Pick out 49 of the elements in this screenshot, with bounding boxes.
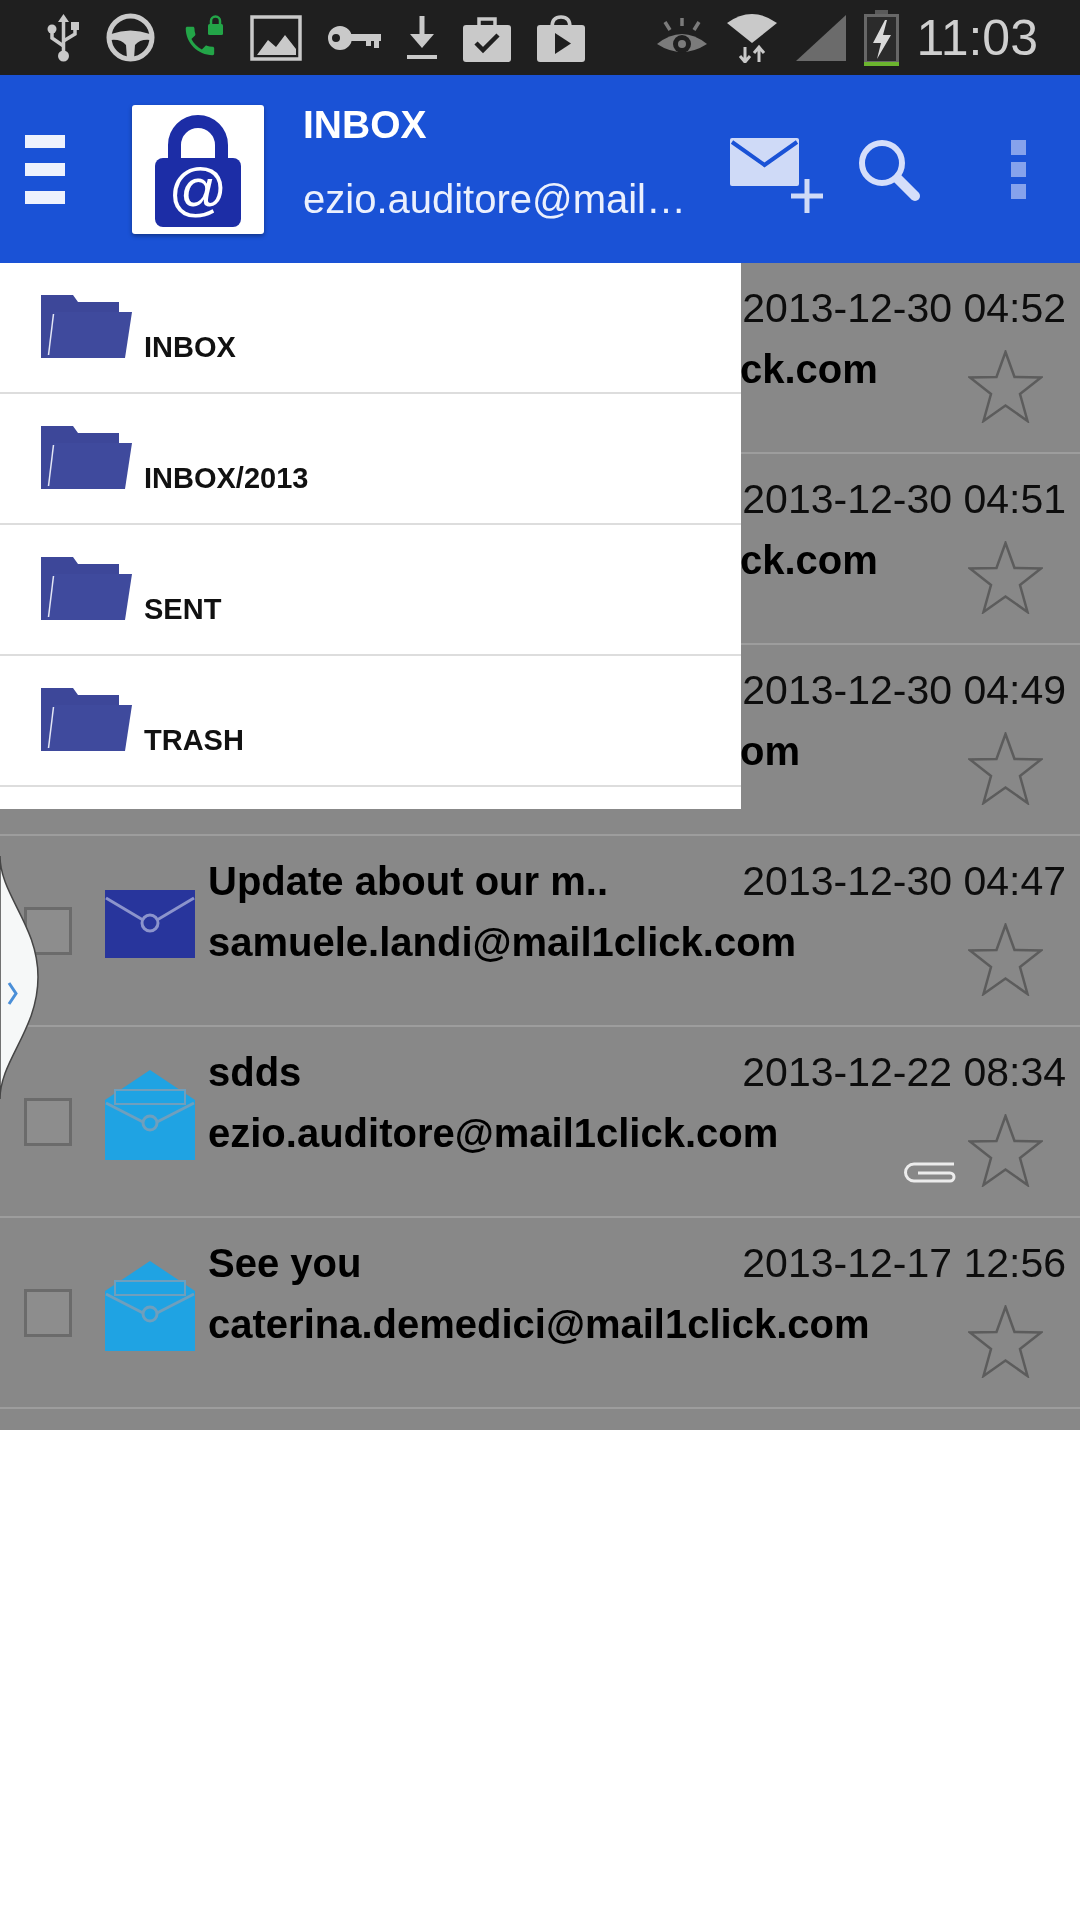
checkbox[interactable] (24, 1098, 72, 1146)
message-subject: See you (208, 1240, 362, 1287)
message-date: 2013-12-30 04:49 (742, 666, 1066, 714)
message-date: 2013-12-17 12:56 (742, 1239, 1066, 1287)
sender-address: om (740, 728, 800, 775)
steering-wheel-icon (106, 13, 155, 62)
star-icon[interactable] (968, 541, 1043, 614)
message-subject: Update about our m.. (208, 858, 608, 905)
image-icon (250, 14, 302, 61)
folder-icon (41, 557, 132, 620)
clock-time: 11:03 (916, 9, 1038, 66)
battery-charging-icon (863, 9, 899, 66)
sender-address: samuele.landi@mail1click.com (208, 919, 797, 966)
sender-address: ezio.auditore@mail1click.com (208, 1110, 779, 1157)
chevron-right-icon (7, 982, 18, 1005)
menu-icon[interactable] (25, 134, 65, 204)
star-icon[interactable] (968, 732, 1043, 805)
usb-icon (47, 13, 80, 62)
wifi-icon (725, 12, 778, 63)
star-icon[interactable] (968, 1305, 1043, 1378)
folder-menu-item[interactable]: INBOX (0, 263, 741, 394)
folder-icon (41, 295, 132, 358)
folder-menu-item[interactable]: INBOX/2013 (0, 394, 741, 525)
folder-menu-item[interactable]: SENT (0, 525, 741, 656)
key-icon (328, 24, 381, 51)
app-logo: @ (132, 104, 264, 234)
message-date: 2013-12-22 08:34 (742, 1048, 1066, 1096)
overflow-menu-icon[interactable] (1011, 139, 1026, 199)
sender-address: ck.com (740, 346, 878, 393)
message-date: 2013-12-30 04:51 (742, 475, 1066, 523)
star-icon[interactable] (968, 923, 1043, 996)
folder-menu-item[interactable]: TRASH (0, 656, 741, 787)
folder-title: INBOX (303, 102, 428, 148)
star-icon[interactable] (968, 350, 1043, 423)
download-icon (407, 15, 437, 60)
compose-mail-icon[interactable] (730, 137, 823, 213)
account-address: ezio.auditore@mail… (303, 176, 686, 222)
checkbox[interactable] (24, 1289, 72, 1337)
shopping-bag-play-icon (537, 13, 585, 62)
message-date: 2013-12-30 04:52 (742, 284, 1066, 332)
message-date: 2013-12-30 04:47 (742, 857, 1066, 905)
message-subject: sdds (208, 1049, 302, 1096)
sender-address: ck.com (740, 537, 878, 584)
side-pull-tab[interactable] (0, 855, 40, 1100)
folder-icon (41, 426, 132, 489)
cell-signal-icon (795, 14, 846, 61)
star-icon[interactable] (968, 1114, 1043, 1187)
folder-icon (41, 688, 132, 751)
sender-address: caterina.demedici@mail1click.com (208, 1301, 870, 1348)
